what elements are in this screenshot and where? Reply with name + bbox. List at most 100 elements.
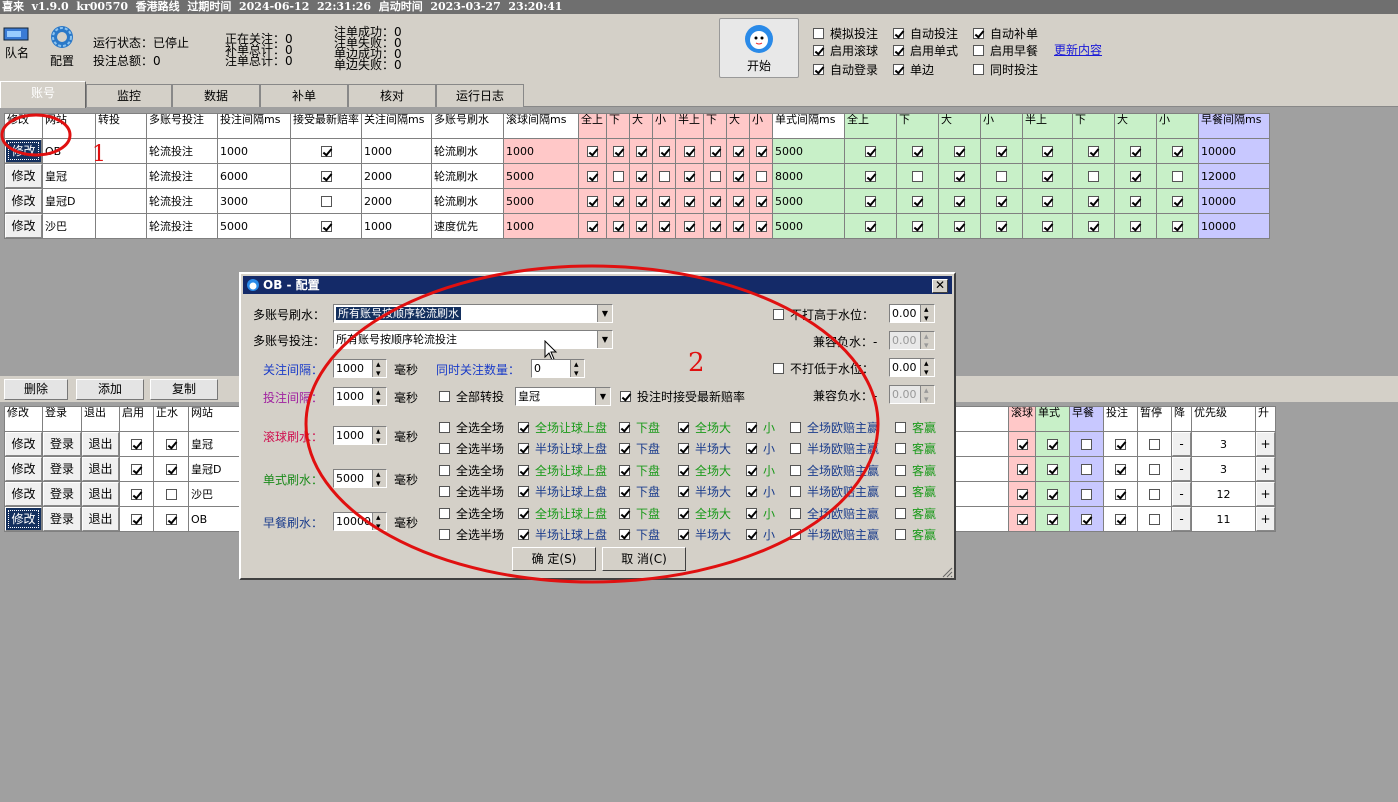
priority-down-button[interactable]: - <box>1172 507 1191 531</box>
roll-interval-cell[interactable]: 5000 <box>503 188 579 214</box>
enabled-checkbox[interactable] <box>131 514 142 525</box>
enabled-checkbox[interactable] <box>131 464 142 475</box>
single-checkbox[interactable] <box>1088 146 1099 157</box>
roll-checkbox[interactable] <box>635 221 647 232</box>
early-interval-cell[interactable]: 12000 <box>1198 163 1270 189</box>
option-checkbox[interactable] <box>813 28 824 39</box>
tab-run-log[interactable]: 运行日志 <box>436 84 524 107</box>
market-option-checkbox[interactable] <box>895 443 906 454</box>
spin-arrows-icon[interactable] <box>920 305 934 322</box>
multi-bet-cell[interactable]: 轮流投注 <box>146 188 218 214</box>
roll-checkbox[interactable] <box>684 221 695 232</box>
no-lower-input[interactable]: 0.00 <box>889 358 935 377</box>
bet-checkbox[interactable] <box>1115 514 1126 525</box>
edit-button[interactable]: 修改 <box>5 507 42 531</box>
bet-checkbox[interactable] <box>1115 439 1126 450</box>
roll-checkbox[interactable] <box>658 196 670 207</box>
bet-checkbox[interactable] <box>1115 464 1126 475</box>
option-checkbox[interactable] <box>973 28 984 39</box>
enabled-checkbox[interactable] <box>131 439 142 450</box>
compat-neg2-input[interactable]: 0.00 <box>889 385 935 404</box>
multi-bet-cell[interactable]: 轮流投注 <box>146 138 218 164</box>
single-checkbox[interactable] <box>865 221 876 232</box>
single-checkbox[interactable] <box>996 146 1007 157</box>
accept-checkbox[interactable] <box>320 146 332 157</box>
option-3[interactable]: 启用滚球 <box>813 42 878 59</box>
option-checkbox[interactable] <box>893 45 904 56</box>
roll-checkbox[interactable] <box>612 171 624 182</box>
single-checkbox[interactable] <box>1172 171 1183 182</box>
single-checkbox[interactable] <box>1042 146 1053 157</box>
roll-checkbox[interactable] <box>755 146 767 157</box>
option-checkbox[interactable] <box>893 28 904 39</box>
option-checkbox[interactable] <box>973 64 984 75</box>
market-option[interactable]: 客赢 <box>895 505 936 522</box>
single-checkbox[interactable] <box>1042 221 1053 232</box>
accept-checkbox[interactable] <box>320 221 332 232</box>
priority-up-button[interactable]: + <box>1256 432 1275 456</box>
single-checkbox[interactable] <box>996 171 1007 182</box>
single-checkbox[interactable] <box>865 171 876 182</box>
roll-checkbox[interactable] <box>612 146 624 157</box>
enabled-checkbox[interactable] <box>131 489 142 500</box>
priority-cell[interactable]: 11 <box>1191 506 1256 532</box>
roll-checkbox[interactable] <box>1016 489 1028 500</box>
tab-check[interactable]: 核对 <box>348 84 436 107</box>
positive-checkbox[interactable] <box>165 489 177 500</box>
single-checkbox[interactable] <box>954 171 965 182</box>
compat-neg1-input[interactable]: 0.00 <box>889 331 935 350</box>
spin-arrows-icon[interactable] <box>920 332 934 349</box>
single-checkbox[interactable] <box>996 221 1007 232</box>
single-interval-cell[interactable]: 8000 <box>772 163 845 189</box>
single-interval-cell[interactable]: 5000 <box>772 138 845 164</box>
roll-checkbox[interactable] <box>587 196 598 207</box>
single-checkbox[interactable] <box>1047 489 1058 500</box>
priority-up-button[interactable]: + <box>1256 507 1275 531</box>
option-5[interactable]: 启用早餐 <box>973 42 1038 59</box>
spin-arrows-icon[interactable] <box>920 386 934 403</box>
market-option[interactable]: 客赢 <box>895 419 936 436</box>
single-checkbox[interactable] <box>1172 196 1183 207</box>
bet-interval-cell[interactable]: 3000 <box>217 188 291 214</box>
roll-checkbox[interactable] <box>709 221 721 232</box>
roll-checkbox[interactable] <box>635 171 647 182</box>
tab-data[interactable]: 数据 <box>172 84 260 107</box>
add-button[interactable]: 添加 <box>76 379 144 400</box>
roll-checkbox[interactable] <box>658 221 670 232</box>
multi-refresh-cell[interactable]: 速度优先 <box>431 213 504 239</box>
roll-checkbox[interactable] <box>709 146 721 157</box>
single-checkbox[interactable] <box>912 221 923 232</box>
update-link[interactable]: 更新内容 <box>1054 41 1102 58</box>
edit-button[interactable]: 修改 <box>5 432 42 456</box>
bet-interval-cell[interactable]: 1000 <box>217 138 291 164</box>
priority-down-button[interactable]: - <box>1172 457 1191 481</box>
early-interval-cell[interactable]: 10000 <box>1198 138 1270 164</box>
priority-cell[interactable]: 3 <box>1191 456 1256 482</box>
edit-button[interactable]: 修改 <box>5 457 42 481</box>
watch-interval-cell[interactable]: 1000 <box>361 213 432 239</box>
positive-checkbox[interactable] <box>165 514 177 525</box>
single-checkbox[interactable] <box>1042 171 1053 182</box>
early-interval-cell[interactable]: 10000 <box>1198 188 1270 214</box>
roll-interval-cell[interactable]: 1000 <box>503 213 579 239</box>
priority-up-button[interactable]: + <box>1256 457 1275 481</box>
roll-checkbox[interactable] <box>732 221 744 232</box>
single-checkbox[interactable] <box>954 221 965 232</box>
single-checkbox[interactable] <box>1130 171 1141 182</box>
roll-checkbox[interactable] <box>755 171 767 182</box>
single-interval-cell[interactable]: 5000 <box>772 188 845 214</box>
copy-button[interactable]: 复制 <box>150 379 218 400</box>
pause-checkbox[interactable] <box>1149 464 1160 475</box>
roll-checkbox[interactable] <box>587 146 598 157</box>
watch-interval-cell[interactable]: 1000 <box>361 138 432 164</box>
roll-checkbox[interactable] <box>612 221 624 232</box>
option-checkbox[interactable] <box>813 45 824 56</box>
single-checkbox[interactable] <box>1047 439 1058 450</box>
roll-checkbox[interactable] <box>709 171 721 182</box>
option-2[interactable]: 自动补单 <box>973 25 1038 42</box>
roll-checkbox[interactable] <box>732 196 744 207</box>
spin-arrows-icon[interactable] <box>920 359 934 376</box>
tab-monitor[interactable]: 监控 <box>86 84 172 107</box>
single-checkbox[interactable] <box>1172 221 1183 232</box>
single-checkbox[interactable] <box>1088 221 1099 232</box>
